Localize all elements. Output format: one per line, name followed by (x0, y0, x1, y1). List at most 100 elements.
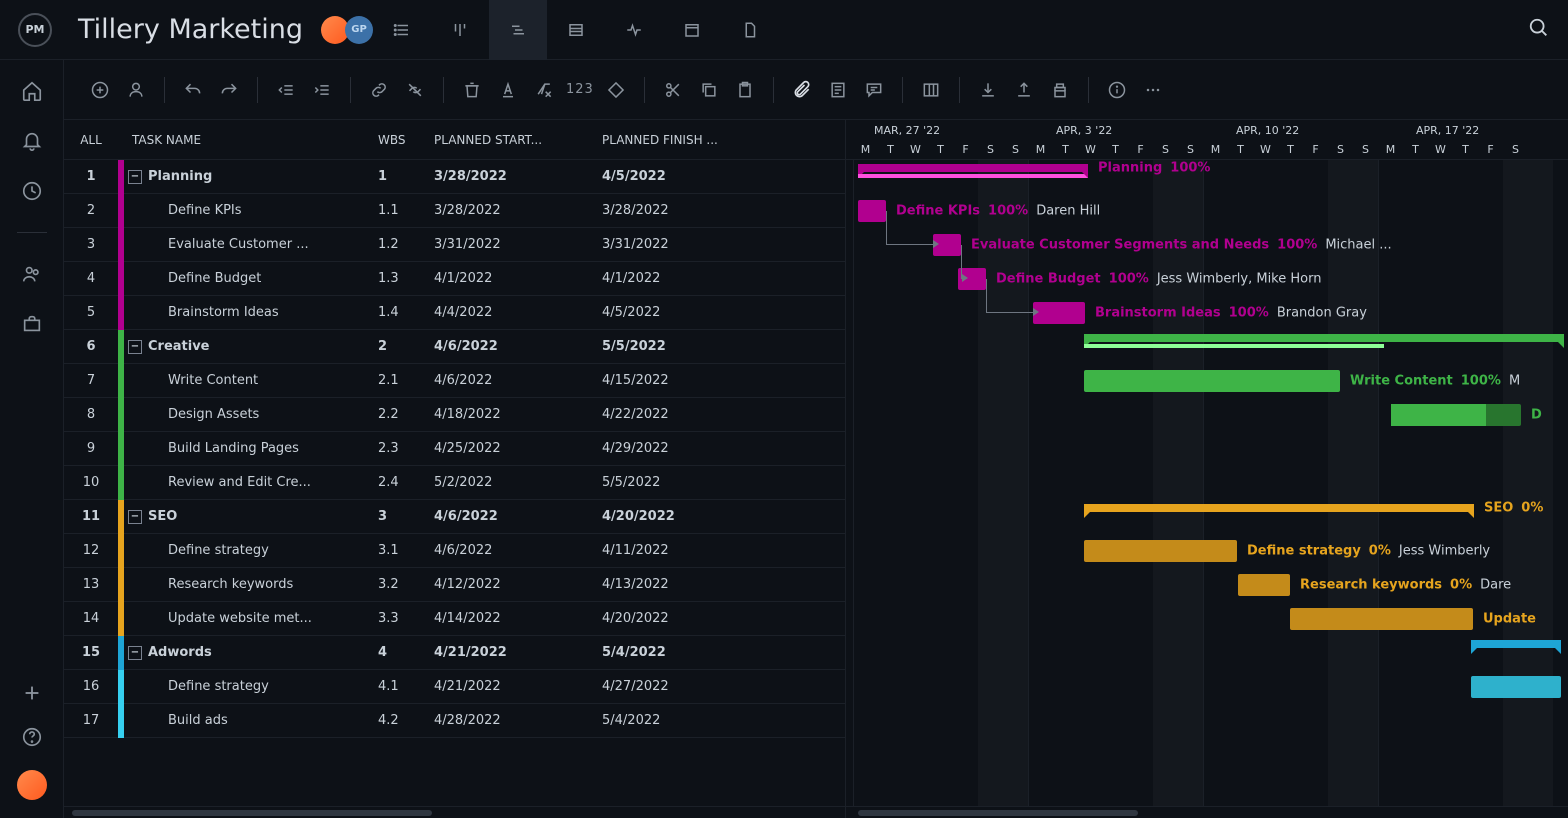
assign-icon[interactable] (122, 76, 150, 104)
gantt-row[interactable]: Define KPIs100%Daren Hill (846, 194, 1568, 228)
col-planned-finish[interactable]: PLANNED FINISH ... (602, 133, 770, 147)
task-name-cell[interactable]: Review and Edit Cre... (124, 475, 378, 490)
task-name-cell[interactable]: Research keywords (124, 577, 378, 592)
link-icon[interactable] (365, 76, 393, 104)
gantt-bar[interactable]: Define KPIs100%Daren Hill (858, 200, 886, 222)
collapse-icon[interactable]: − (128, 340, 142, 354)
col-task-name[interactable]: TASK NAME (124, 133, 378, 147)
gantt-body[interactable]: Planning100%Define KPIs100%Daren HillEva… (846, 160, 1568, 818)
outdent-icon[interactable] (272, 76, 300, 104)
milestone-icon[interactable] (602, 76, 630, 104)
task-row[interactable]: 9 Build Landing Pages 2.3 4/25/2022 4/29… (64, 432, 845, 466)
task-name-cell[interactable]: − Adwords (124, 645, 378, 660)
gantt-row[interactable]: Research keywords0%Dare (846, 568, 1568, 602)
view-activity-icon[interactable] (605, 0, 663, 60)
gantt-row[interactable] (846, 432, 1568, 466)
gantt-bar[interactable]: Define strategy0%Jess Wimberly (1084, 540, 1237, 562)
task-name-cell[interactable]: Define strategy (124, 679, 378, 694)
notes-icon[interactable] (824, 76, 852, 104)
gantt-bar[interactable]: Update (1290, 608, 1473, 630)
export-icon[interactable] (1010, 76, 1038, 104)
gantt-row[interactable]: Define Budget100%Jess Wimberly, Mike Hor… (846, 262, 1568, 296)
task-row[interactable]: 11 − SEO 3 4/6/2022 4/20/2022 (64, 500, 845, 534)
gantt-row[interactable]: Define strategy0%Jess Wimberly (846, 534, 1568, 568)
info-icon[interactable] (1103, 76, 1131, 104)
gantt-row[interactable] (846, 704, 1568, 738)
priority-label[interactable]: 123 (566, 82, 594, 97)
import-icon[interactable] (974, 76, 1002, 104)
gantt-scrollbar[interactable] (846, 806, 1568, 818)
task-name-cell[interactable]: Define strategy (124, 543, 378, 558)
task-row[interactable]: 5 Brainstorm Ideas 1.4 4/4/2022 4/5/2022 (64, 296, 845, 330)
col-all[interactable]: ALL (64, 133, 118, 147)
gantt-row[interactable] (846, 636, 1568, 670)
gantt-bar[interactable]: Research keywords0%Dare (1238, 574, 1290, 596)
gantt-chart[interactable]: MAR, 27 '22APR, 3 '22APR, 10 '22APR, 17 … (846, 120, 1568, 818)
collapse-icon[interactable]: − (128, 170, 142, 184)
cut-icon[interactable] (659, 76, 687, 104)
task-name-cell[interactable]: Design Assets (124, 407, 378, 422)
user-avatar[interactable] (17, 770, 47, 800)
gantt-bar[interactable]: D (1391, 404, 1521, 426)
task-name-cell[interactable]: Evaluate Customer ... (124, 237, 378, 252)
task-name-cell[interactable]: Write Content (124, 373, 378, 388)
paste-icon[interactable] (731, 76, 759, 104)
task-name-cell[interactable]: Build Landing Pages (124, 441, 378, 456)
search-icon[interactable] (1528, 17, 1550, 43)
avatar-2[interactable]: GP (345, 16, 373, 44)
task-row[interactable]: 10 Review and Edit Cre... 2.4 5/2/2022 5… (64, 466, 845, 500)
app-logo[interactable]: PM (18, 13, 52, 47)
view-calendar-icon[interactable] (663, 0, 721, 60)
clear-format-icon[interactable] (530, 76, 558, 104)
collapse-icon[interactable]: − (128, 510, 142, 524)
gantt-row[interactable]: Planning100% (846, 160, 1568, 194)
print-icon[interactable] (1046, 76, 1074, 104)
col-planned-start[interactable]: PLANNED START... (434, 133, 602, 147)
copy-icon[interactable] (695, 76, 723, 104)
view-board-icon[interactable] (431, 0, 489, 60)
add-icon[interactable] (21, 682, 43, 704)
indent-icon[interactable] (308, 76, 336, 104)
task-name-cell[interactable]: − Planning (124, 169, 378, 184)
grid-scrollbar[interactable] (64, 806, 845, 818)
redo-icon[interactable] (215, 76, 243, 104)
task-name-cell[interactable]: Update website met... (124, 611, 378, 626)
task-row[interactable]: 13 Research keywords 3.2 4/12/2022 4/13/… (64, 568, 845, 602)
gantt-row[interactable]: Write Content100%M (846, 364, 1568, 398)
gantt-row[interactable]: Brainstorm Ideas100%Brandon Gray (846, 296, 1568, 330)
notifications-icon[interactable] (21, 130, 43, 152)
undo-icon[interactable] (179, 76, 207, 104)
task-name-cell[interactable]: Define KPIs (124, 203, 378, 218)
gantt-row[interactable] (846, 330, 1568, 364)
gantt-row[interactable]: SEO0% (846, 500, 1568, 534)
col-wbs[interactable]: WBS (378, 133, 434, 147)
home-icon[interactable] (21, 80, 43, 102)
task-row[interactable]: 2 Define KPIs 1.1 3/28/2022 3/28/2022 (64, 194, 845, 228)
avatars[interactable]: GP (325, 16, 373, 44)
columns-icon[interactable] (917, 76, 945, 104)
recent-icon[interactable] (21, 180, 43, 202)
task-row[interactable]: 14 Update website met... 3.3 4/14/2022 4… (64, 602, 845, 636)
gantt-bar[interactable] (1471, 676, 1561, 698)
task-row[interactable]: 3 Evaluate Customer ... 1.2 3/31/2022 3/… (64, 228, 845, 262)
portfolio-icon[interactable] (21, 313, 43, 335)
gantt-bar[interactable]: Planning100% (858, 164, 1088, 172)
task-name-cell[interactable]: Define Budget (124, 271, 378, 286)
task-row[interactable]: 8 Design Assets 2.2 4/18/2022 4/22/2022 (64, 398, 845, 432)
team-icon[interactable] (21, 263, 43, 285)
task-name-cell[interactable]: − Creative (124, 339, 378, 354)
more-icon[interactable] (1139, 76, 1167, 104)
gantt-bar[interactable]: SEO0% (1084, 504, 1474, 512)
task-name-cell[interactable]: − SEO (124, 509, 378, 524)
view-files-icon[interactable] (721, 0, 779, 60)
task-row[interactable]: 6 − Creative 2 4/6/2022 5/5/2022 (64, 330, 845, 364)
gantt-row[interactable]: Update (846, 602, 1568, 636)
collapse-icon[interactable]: − (128, 646, 142, 660)
task-row[interactable]: 16 Define strategy 4.1 4/21/2022 4/27/20… (64, 670, 845, 704)
help-icon[interactable] (21, 726, 43, 748)
task-row[interactable]: 1 − Planning 1 3/28/2022 4/5/2022 (64, 160, 845, 194)
gantt-bar[interactable]: Brainstorm Ideas100%Brandon Gray (1033, 302, 1085, 324)
task-name-cell[interactable]: Build ads (124, 713, 378, 728)
delete-icon[interactable] (458, 76, 486, 104)
comment-icon[interactable] (860, 76, 888, 104)
